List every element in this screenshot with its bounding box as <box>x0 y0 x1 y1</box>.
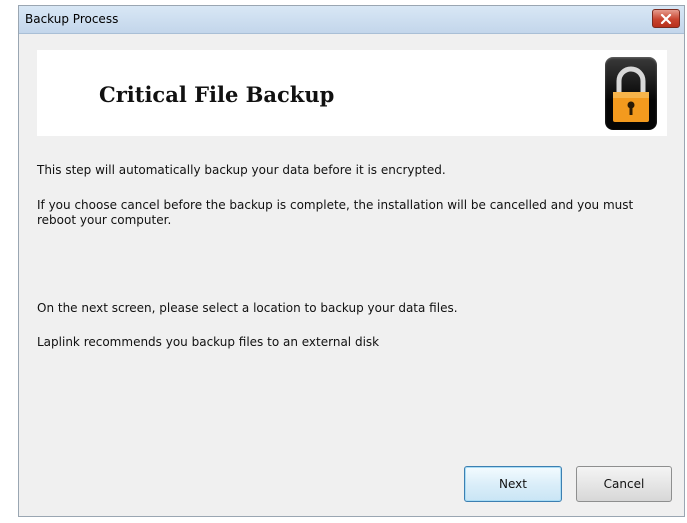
info-text-2: If you choose cancel before the backup i… <box>37 198 634 227</box>
info-text-4: Laplink recommends you backup files to a… <box>37 335 380 349</box>
info-text-1: This step will automatically backup your… <box>37 163 446 177</box>
info-text-3: On the next screen, please select a loca… <box>37 301 458 315</box>
window-title: Backup Process <box>25 12 119 26</box>
close-icon <box>660 13 672 24</box>
close-button[interactable] <box>652 9 680 28</box>
header-banner: Critical File Backup <box>37 50 667 136</box>
title-bar[interactable]: Backup Process <box>19 6 684 34</box>
header-title: Critical File Backup <box>99 82 335 107</box>
backup-process-dialog: Backup Process Critical File Backup This… <box>18 5 685 517</box>
cancel-button[interactable]: Cancel <box>576 466 672 502</box>
padlock-icon <box>605 57 657 130</box>
next-button[interactable]: Next <box>464 466 562 502</box>
